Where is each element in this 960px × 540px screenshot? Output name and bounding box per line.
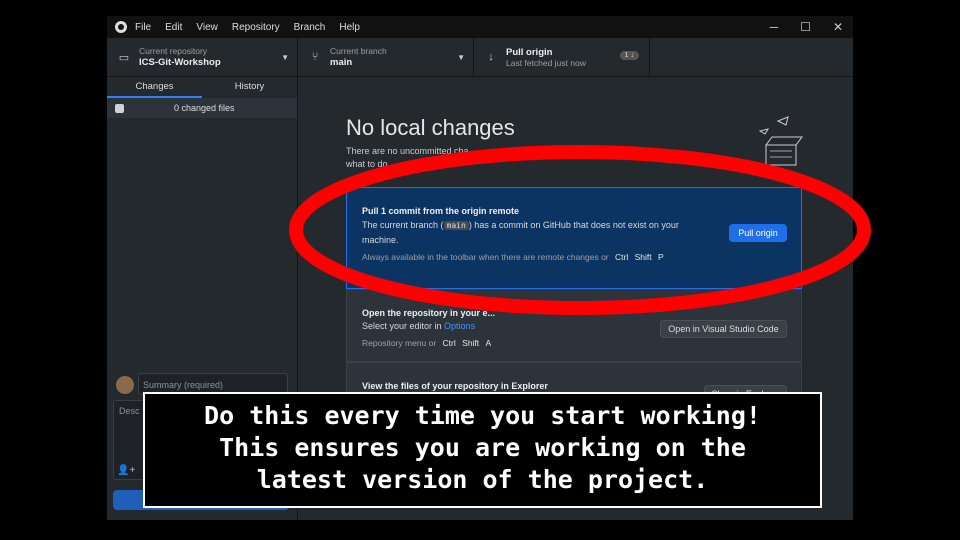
caption-line-2: This ensures you are working on the xyxy=(219,433,746,462)
menu-file[interactable]: File xyxy=(135,22,151,33)
caret-down-icon: ▼ xyxy=(281,53,289,62)
pull-origin-label: Pull origin xyxy=(506,47,553,58)
menu-repository[interactable]: Repository xyxy=(232,22,280,33)
open-in-vscode-button[interactable]: Open in Visual Studio Code xyxy=(660,320,787,338)
page-description: There are no uncommitted cha stions for … xyxy=(346,145,726,171)
menu-view[interactable]: View xyxy=(196,22,218,33)
menu-branch[interactable]: Branch xyxy=(294,22,326,33)
pull-card-hint: Always available in the toolbar when the… xyxy=(362,252,664,262)
explorer-card-title: View the files of your repository in Exp… xyxy=(362,381,548,391)
shortcut-key: Shift xyxy=(462,338,480,348)
arrow-down-icon: ↓ xyxy=(488,51,494,63)
toolbar: ▭ Current repository ICS-Git-Workshop ▼ … xyxy=(107,38,853,77)
pull-card-hint-text: Always available in the toolbar when the… xyxy=(362,252,609,262)
branch-code: main xyxy=(443,221,469,230)
tab-changes[interactable]: Changes xyxy=(107,77,202,98)
branch-label: Current branch xyxy=(330,46,387,56)
incoming-commits-badge: 1 ↓ xyxy=(619,51,639,60)
branch-icon: ⑂ xyxy=(311,51,319,63)
last-fetched-text: Last fetched just now xyxy=(506,58,586,68)
pull-card-body: The current branch (main) has a commit o… xyxy=(362,218,679,247)
editor-card-title: Open the repository in your e... xyxy=(362,308,496,318)
add-coauthor-icon[interactable]: 👤+ xyxy=(117,465,135,476)
tab-history[interactable]: History xyxy=(202,77,297,98)
page-title: No local changes xyxy=(346,115,515,140)
description-line-2: what to do xyxy=(346,159,388,169)
current-repository-selector[interactable]: ▭ Current repository ICS-Git-Workshop ▼ xyxy=(107,38,298,76)
pull-card-body-pre: The current branch ( xyxy=(362,220,444,230)
caption-line-1: Do this every time you start working! xyxy=(204,401,761,430)
shortcut-key: P xyxy=(658,252,664,262)
pull-origin-button[interactable]: ↓ Pull origin Last fetched just now 1 ↓ xyxy=(474,38,650,76)
changed-files-count: 0 changed files xyxy=(174,103,235,113)
editor-card-body: Select your editor in Options xyxy=(362,319,475,333)
changed-files-header: 0 changed files xyxy=(107,98,297,118)
caption-line-3: latest version of the project. xyxy=(256,465,709,494)
pull-card-body-post: ) has a commit on GitHub that does not e… xyxy=(468,220,679,230)
open-in-editor-card: Open the repository in your e... Select … xyxy=(346,289,802,362)
editor-card-body-pre: Select your editor in xyxy=(362,321,445,331)
caption-box: Do this every time you start working! Th… xyxy=(143,392,822,508)
caret-down-icon: ▼ xyxy=(457,53,465,62)
title-bar: File Edit View Repository Branch Help ─ … xyxy=(107,16,853,38)
illustration-icon xyxy=(758,116,803,166)
pull-origin-card: Pull 1 commit from the origin remote The… xyxy=(346,187,802,289)
sidebar-tabs: Changes History xyxy=(107,77,297,98)
repository-label: Current repository xyxy=(139,46,208,56)
description-line-1: There are no uncommitted cha xyxy=(346,146,469,156)
shortcut-key: A xyxy=(485,338,492,348)
pull-card-body-line2: machine. xyxy=(362,235,399,245)
shortcut-key: Shift xyxy=(634,252,652,262)
maximize-icon[interactable]: ☐ xyxy=(800,20,811,34)
options-link[interactable]: Options xyxy=(444,321,475,331)
window-controls: ─ ☐ ✕ xyxy=(770,16,843,38)
current-branch-selector[interactable]: ⑂ Current branch main ▼ xyxy=(298,38,474,76)
pull-card-title: Pull 1 commit from the origin remote xyxy=(362,206,520,216)
editor-card-hint: Repository menu or Ctrl Shift A xyxy=(362,338,491,348)
select-all-checkbox[interactable] xyxy=(115,103,124,113)
editor-card-hint-text: Repository menu or xyxy=(362,338,437,348)
menu-help[interactable]: Help xyxy=(339,22,360,33)
branch-name: main xyxy=(330,57,353,68)
minimize-icon[interactable]: ─ xyxy=(770,20,779,34)
shortcut-key: Ctrl xyxy=(442,338,456,348)
shortcut-key: Ctrl xyxy=(615,252,629,262)
close-icon[interactable]: ✕ xyxy=(833,20,843,34)
description-line-1-end: stions for xyxy=(621,146,658,156)
menu-edit[interactable]: Edit xyxy=(165,22,182,33)
repository-name: ICS-Git-Workshop xyxy=(139,57,221,68)
repository-icon: ▭ xyxy=(118,51,130,64)
avatar xyxy=(116,376,134,394)
github-logo-icon xyxy=(115,21,127,33)
pull-origin-card-button[interactable]: Pull origin xyxy=(729,224,787,242)
